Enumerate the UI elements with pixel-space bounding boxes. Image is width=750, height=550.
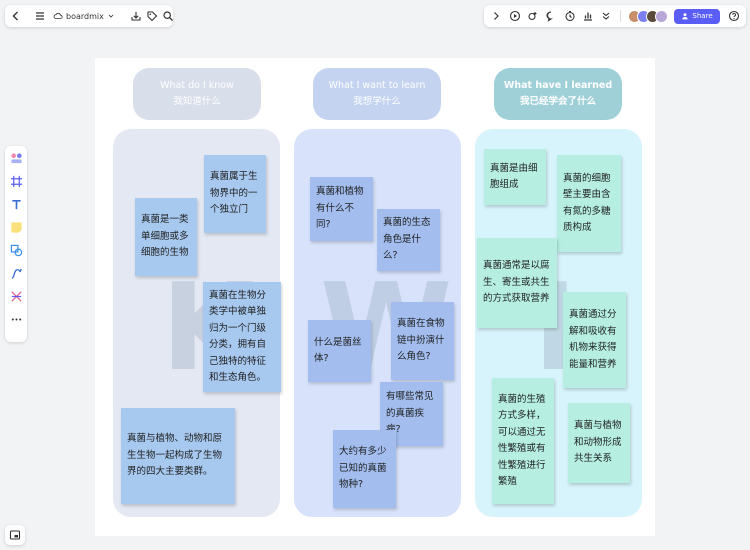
top-right-toolbar: Share <box>484 5 746 27</box>
template-icon[interactable] <box>8 150 24 166</box>
tag-icon[interactable] <box>146 7 158 25</box>
more-down-icon[interactable] <box>599 7 613 25</box>
sticky-note[interactable]: 真菌属于生物界中的一个独立门 <box>204 155 266 233</box>
sticky-note[interactable]: 真菌在生物分类学中被单独归为一个门级分类，拥有自己独特的特征和生态角色。 <box>203 282 281 392</box>
file-name: boardmix <box>66 11 104 21</box>
sticky-note[interactable]: 真菌的生态角色是什么? <box>377 209 440 271</box>
text-icon[interactable] <box>8 196 24 212</box>
comment-icon[interactable] <box>544 7 558 25</box>
sticky-note-text: 真菌和植物有什么不同? <box>316 186 364 231</box>
shape-icon[interactable] <box>8 242 24 258</box>
collaborator-avatars[interactable] <box>628 9 669 23</box>
sticky-note[interactable]: 真菌与植物和动物形成共生关系 <box>568 403 630 483</box>
top-left-toolbar: boardmix <box>5 5 173 27</box>
sticky-note[interactable]: 什么是菌丝体? <box>308 320 371 382</box>
sticky-note-text: 真菌是一类单细胞或多细胞的生物 <box>141 214 189 259</box>
chevron-down-icon <box>108 14 114 18</box>
sticky-note-text: 真菌与植物和动物形成共生关系 <box>574 420 622 465</box>
header-l: What have I learned 我已经学会了什么 <box>494 68 622 120</box>
header-l-en: What have I learned <box>503 80 613 91</box>
chevron-right-icon[interactable] <box>489 7 503 25</box>
sticky-note-text: 真菌与植物、动物和原生生物一起构成了生物界的四大主要类群。 <box>127 433 223 478</box>
header-l-zh: 我已经学会了什么 <box>519 96 596 107</box>
sticky-note-text: 真菌的生态角色是什么? <box>383 217 431 262</box>
timer-icon[interactable] <box>563 7 577 25</box>
sticky-note[interactable]: 真菌的细胞壁主要由含有氮的多糖质构成 <box>557 155 621 252</box>
sticky-note[interactable]: 真菌与植物、动物和原生生物一起构成了生物界的四大主要类群。 <box>121 408 235 504</box>
header-w-en: What I want to learn <box>328 80 426 91</box>
sticky-note[interactable]: 真菌通过分解和吸收有机物来获得能量和营养 <box>563 292 626 388</box>
header-k-zh: 我知道什么 <box>173 96 221 107</box>
sticky-note-text: 真菌在食物链中扮演什么角色? <box>397 318 445 363</box>
help-icon[interactable] <box>727 7 741 25</box>
sticky-note-text: 真菌属于生物界中的一个独立门 <box>210 171 258 216</box>
user-icon <box>682 13 689 20</box>
sticky-note[interactable]: 真菌和植物有什么不同? <box>310 177 373 241</box>
back-icon[interactable] <box>10 7 22 25</box>
search-icon[interactable] <box>162 7 174 25</box>
play-icon[interactable] <box>507 7 521 25</box>
header-w: What I want to learn 我想学什么 <box>313 68 441 120</box>
header-k-en: What do I know <box>160 80 234 91</box>
sticky-note[interactable]: 大约有多少已知的真菌物种? <box>333 430 396 508</box>
sticky-note[interactable]: 真菌在食物链中扮演什么角色? <box>391 302 454 380</box>
divider <box>619 10 621 22</box>
chart-icon[interactable] <box>581 7 595 25</box>
left-tool-palette <box>5 146 27 342</box>
collaborate-icon[interactable] <box>526 7 540 25</box>
frame-icon[interactable] <box>8 173 24 189</box>
file-name-dropdown[interactable]: boardmix <box>50 11 118 21</box>
header-k: What do I know 我知道什么 <box>133 68 261 120</box>
sticky-note[interactable]: 真菌通常是以腐生、寄生或共生的方式获取营养 <box>477 238 557 328</box>
pen-icon[interactable] <box>8 265 24 281</box>
sticky-note-text: 真菌的细胞壁主要由含有氮的多糖质构成 <box>563 172 611 234</box>
sticky-note-text: 真菌通过分解和吸收有机物来获得能量和营养 <box>569 309 617 370</box>
sticky-note-text: 真菌是由细胞组成 <box>490 162 538 191</box>
cloud-icon <box>53 12 63 19</box>
sticky-note[interactable]: 真菌的生殖方式多样，可以通过无性繁殖或有性繁殖进行繁殖 <box>492 378 554 504</box>
avatar <box>655 9 669 23</box>
sticky-note[interactable]: 真菌是由细胞组成 <box>484 149 546 205</box>
more-icon[interactable] <box>8 311 24 327</box>
share-button[interactable]: Share <box>674 8 720 24</box>
sticky-note[interactable]: 真菌是一类单细胞或多细胞的生物 <box>135 198 197 276</box>
map-icon <box>9 530 21 540</box>
share-label: Share <box>692 12 713 20</box>
sticky-note-text: 真菌通常是以腐生、寄生或共生的方式获取营养 <box>483 260 550 305</box>
download-icon[interactable] <box>130 7 142 25</box>
sticky-note-icon[interactable] <box>8 219 24 235</box>
sticky-note-text: 什么是菌丝体? <box>314 336 362 365</box>
header-w-zh: 我想学什么 <box>353 96 401 107</box>
sticky-note-text: 真菌在生物分类学中被单独归为一个门级分类，拥有自己独特的特征和生态角色。 <box>209 289 267 384</box>
menu-icon[interactable] <box>34 7 46 25</box>
minimap-toggle[interactable] <box>5 525 25 545</box>
connector-icon[interactable] <box>8 288 24 304</box>
sticky-note-text: 大约有多少已知的真菌物种? <box>339 446 387 491</box>
kwl-board[interactable]: K W L What do I know 我知道什么 What I want t… <box>95 58 655 536</box>
sticky-note-text: 真菌的生殖方式多样，可以通过无性繁殖或有性繁殖进行繁殖 <box>498 393 546 488</box>
